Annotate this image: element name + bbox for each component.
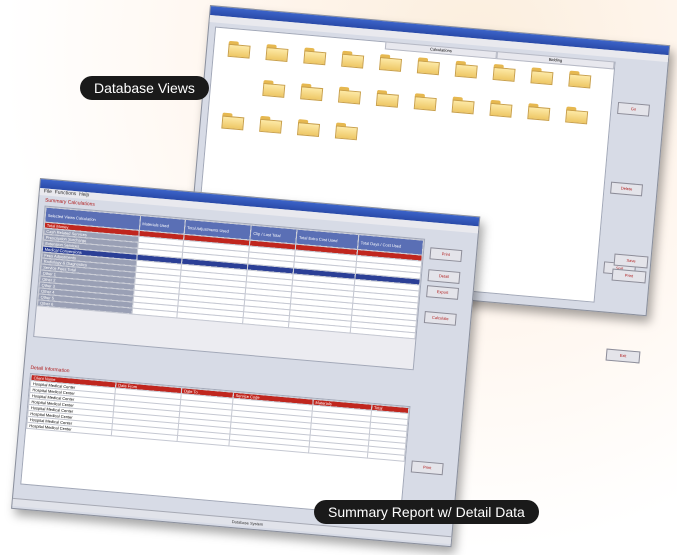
print-button[interactable]: Print [429,247,463,263]
folder-icon[interactable] [265,44,289,62]
calculate-button[interactable]: Calculate [423,311,457,326]
folder-icon[interactable] [337,86,362,105]
menu-help[interactable]: Help [79,191,90,198]
folder-icon[interactable] [303,47,327,66]
folder-icon[interactable] [262,79,286,98]
folder-icon[interactable] [565,106,589,125]
folder-icon[interactable] [221,112,245,131]
folder-icon[interactable] [492,63,516,82]
folder-icon[interactable] [530,67,554,86]
folder-icon[interactable] [296,119,321,137]
folder-icon[interactable] [527,103,551,122]
folder-icon[interactable] [454,60,478,79]
summary-table: Selected Views Calculation Materials Use… [37,207,424,340]
summary-report-window: File Functions Help Summary Calculations… [11,178,481,548]
folder-icon[interactable] [378,54,403,72]
summary-report-callout: Summary Report w/ Detail Data [314,500,539,524]
database-views-callout: Database Views [80,76,209,100]
folder-icon[interactable] [416,57,440,76]
menu-file[interactable]: File [44,188,53,195]
go-button[interactable]: Go [617,101,650,117]
detail-button[interactable]: Detail [427,269,461,284]
summary-grid-panel: Selected Views Calculation Materials Use… [33,205,426,371]
folder-icon[interactable] [568,70,592,89]
menu-functions[interactable]: Functions [54,189,76,197]
folder-icon[interactable] [489,99,513,118]
detail-print-button[interactable]: Print [410,460,444,476]
folder-icon[interactable] [259,115,283,134]
folder-icon[interactable] [451,96,475,115]
folder-icon[interactable] [300,83,324,102]
delete-button[interactable]: Delete [610,181,644,197]
export-button[interactable]: Export [426,285,460,300]
folder-icon[interactable] [334,122,358,141]
folder-icon[interactable] [341,50,365,69]
folder-icon[interactable] [413,93,437,112]
detail-grid-panel: Client Name Date From Date To Service Co… [20,372,411,518]
folder-icon[interactable] [375,89,399,108]
folder-icon[interactable] [227,40,251,59]
detail-table: Client Name Date From Date To Service Co… [26,374,409,462]
